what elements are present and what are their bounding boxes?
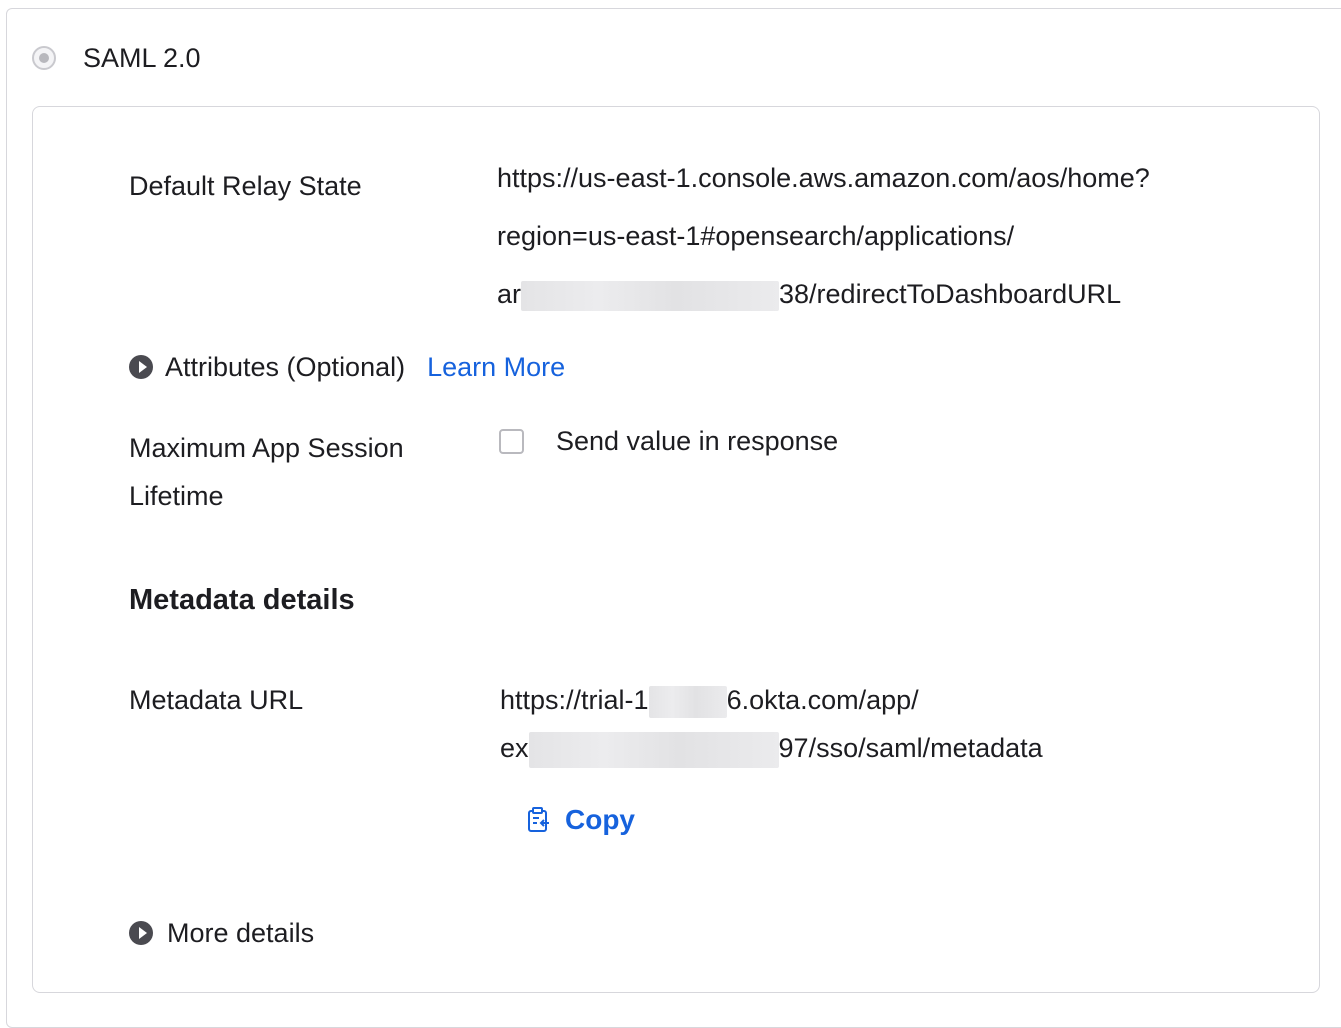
relay-state-label: Default Relay State	[129, 171, 362, 201]
clipboard-icon	[528, 807, 549, 832]
relay-state-line-3-suffix: 38/redirectToDashboardURL	[779, 279, 1122, 309]
saml-settings-panel: Default Relay State https://us-east-1.co…	[32, 106, 1320, 993]
metadata-url-line-2-suffix: 97/sso/saml/metadata	[778, 733, 1043, 763]
learn-more-link[interactable]: Learn More	[427, 343, 565, 391]
metadata-url-line-1-prefix: https://trial-1	[500, 685, 649, 715]
metadata-url-line-2: ex 97/sso/saml/metadata	[500, 724, 1043, 772]
redacted-block	[521, 280, 780, 311]
send-value-label: Send value in response	[556, 426, 839, 456]
metadata-details-heading: Metadata details	[129, 584, 355, 616]
relay-state-line-3: ar 38/redirectToDashboardURL	[497, 265, 1150, 323]
radio-dot-icon	[39, 53, 49, 63]
session-lifetime-label: Maximum App Session Lifetime	[129, 424, 404, 520]
attributes-row: Attributes (Optional) Learn More	[129, 343, 565, 391]
more-details-expand-icon[interactable]	[129, 921, 153, 945]
session-lifetime-label-line-1: Maximum App Session	[129, 433, 404, 463]
metadata-url-label: Metadata URL	[129, 685, 304, 715]
relay-state-line-3-prefix: ar	[497, 279, 522, 309]
metadata-url-value: https://trial-1 6.okta.com/app/ ex 97/sso/…	[500, 676, 1043, 772]
send-value-option[interactable]: Send value in response	[499, 417, 838, 465]
saml-radio-button[interactable]	[32, 46, 56, 70]
send-value-checkbox[interactable]	[499, 428, 524, 454]
attributes-expand-icon[interactable]	[129, 355, 153, 379]
more-details-row[interactable]: More details	[129, 909, 314, 957]
more-details-label[interactable]: More details	[167, 909, 314, 957]
copy-button[interactable]: Copy	[527, 804, 635, 836]
metadata-url-line-2-prefix: ex	[500, 733, 529, 763]
relay-state-line-1: https://us-east-1.console.aws.amazon.com…	[497, 163, 1150, 193]
metadata-url-line-1: https://trial-1 6.okta.com/app/	[500, 676, 1043, 724]
redacted-block	[648, 685, 727, 718]
relay-state-line-2: region=us-east-1#opensearch/applications…	[497, 221, 1015, 251]
saml-option[interactable]: SAML 2.0	[32, 40, 201, 76]
relay-state-value: https://us-east-1.console.aws.amazon.com…	[497, 149, 1150, 323]
redacted-block	[528, 731, 779, 768]
session-lifetime-label-line-2: Lifetime	[129, 481, 224, 511]
copy-label: Copy	[565, 804, 635, 835]
attributes-label[interactable]: Attributes (Optional)	[165, 343, 405, 391]
metadata-url-line-1-suffix: 6.okta.com/app/	[726, 685, 919, 715]
saml-radio-label: SAML 2.0	[83, 42, 201, 73]
